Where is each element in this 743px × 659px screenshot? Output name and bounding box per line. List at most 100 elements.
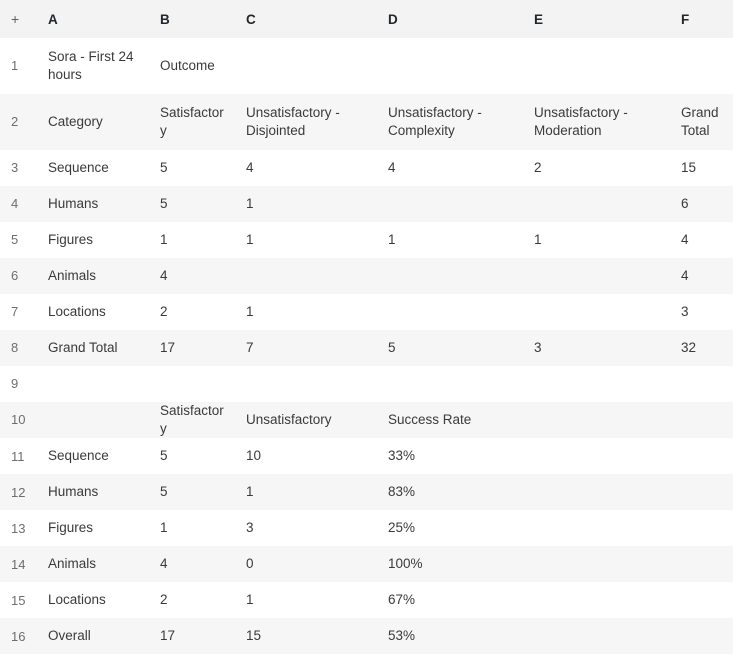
cell-B5[interactable]: 1	[150, 222, 236, 258]
sheet-row-12[interactable]: 12 Humans 5 1 83%	[0, 474, 733, 511]
sheet-row-1[interactable]: 1 Sora - First 24 hours Outcome	[0, 38, 733, 94]
cell-B11[interactable]: 5	[150, 438, 236, 474]
cell-F13[interactable]	[671, 510, 733, 546]
sheet-row-9[interactable]: 9	[0, 366, 733, 402]
row-header-11[interactable]: 11	[0, 438, 38, 474]
sheet-row-13[interactable]: 13 Figures 1 3 25%	[0, 510, 733, 547]
cell-A9[interactable]	[38, 366, 150, 402]
cell-B10[interactable]: Satisfactory	[150, 402, 236, 438]
cell-D15[interactable]: 67%	[378, 582, 524, 618]
column-header-b[interactable]: B	[150, 0, 236, 38]
cell-B3[interactable]: 5	[150, 150, 236, 186]
sheet-row-14[interactable]: 14 Animals 4 0 100%	[0, 546, 733, 583]
cell-A10[interactable]	[38, 402, 150, 438]
cell-F11[interactable]	[671, 438, 733, 474]
row-header-13[interactable]: 13	[0, 510, 38, 546]
cell-C2[interactable]: Unsatisfactory - Disjointed	[236, 94, 378, 150]
cell-A14[interactable]: Animals	[38, 546, 150, 582]
cell-A4[interactable]: Humans	[38, 186, 150, 222]
cell-D9[interactable]	[378, 366, 524, 402]
cell-D6[interactable]	[378, 258, 524, 294]
row-header-12[interactable]: 12	[0, 474, 38, 510]
cell-A3[interactable]: Sequence	[38, 150, 150, 186]
sheet-row-7[interactable]: 7 Locations 2 1 3	[0, 294, 733, 330]
cell-F3[interactable]: 15	[671, 150, 733, 186]
cell-D10[interactable]: Success Rate	[378, 402, 524, 438]
cell-B4[interactable]: 5	[150, 186, 236, 222]
cell-D5[interactable]: 1	[378, 222, 524, 258]
cell-A6[interactable]: Animals	[38, 258, 150, 294]
cell-B2[interactable]: Satisfactory	[150, 94, 236, 150]
cell-F15[interactable]	[671, 582, 733, 618]
cell-D14[interactable]: 100%	[378, 546, 524, 582]
cell-E11[interactable]	[524, 438, 671, 474]
cell-C5[interactable]: 1	[236, 222, 378, 258]
cell-E12[interactable]	[524, 474, 671, 510]
row-header-10[interactable]: 10	[0, 402, 38, 438]
cell-B9[interactable]	[150, 366, 236, 402]
row-header-3[interactable]: 3	[0, 150, 38, 186]
cell-F8[interactable]: 32	[671, 330, 733, 366]
cell-A8[interactable]: Grand Total	[38, 330, 150, 366]
cell-B12[interactable]: 5	[150, 474, 236, 510]
cell-E6[interactable]	[524, 258, 671, 294]
sheet-row-15[interactable]: 15 Locations 2 1 67%	[0, 582, 733, 619]
cell-A1[interactable]: Sora - First 24 hours	[38, 38, 150, 94]
sheet-row-8[interactable]: 8 Grand Total 17 7 5 3 32	[0, 330, 733, 366]
cell-B15[interactable]: 2	[150, 582, 236, 618]
cell-C11[interactable]: 10	[236, 438, 378, 474]
cell-F6[interactable]: 4	[671, 258, 733, 294]
row-header-2[interactable]: 2	[0, 94, 38, 150]
cell-F12[interactable]	[671, 474, 733, 510]
sheet-row-3[interactable]: 3 Sequence 5 4 4 2 15	[0, 150, 733, 186]
cell-E14[interactable]	[524, 546, 671, 582]
select-all-corner[interactable]: +	[0, 0, 38, 38]
cell-E2[interactable]: Unsatisfactory - Moderation	[524, 94, 671, 150]
cell-D13[interactable]: 25%	[378, 510, 524, 546]
sheet-row-10[interactable]: 10 Satisfactory Unsatisfactory Success Rate	[0, 402, 733, 439]
cell-D7[interactable]	[378, 294, 524, 330]
cell-D16[interactable]: 53%	[378, 618, 524, 654]
cell-E7[interactable]	[524, 294, 671, 330]
cell-D4[interactable]	[378, 186, 524, 222]
row-header-8[interactable]: 8	[0, 330, 38, 366]
cell-F4[interactable]: 6	[671, 186, 733, 222]
cell-B16[interactable]: 17	[150, 618, 236, 654]
cell-B13[interactable]: 1	[150, 510, 236, 546]
cell-D1[interactable]	[378, 38, 524, 94]
cell-B7[interactable]: 2	[150, 294, 236, 330]
cell-A2[interactable]: Category	[38, 94, 150, 150]
column-header-e[interactable]: E	[524, 0, 671, 38]
cell-D3[interactable]: 4	[378, 150, 524, 186]
column-header-a[interactable]: A	[38, 0, 150, 38]
sheet-row-4[interactable]: 4 Humans 5 1 6	[0, 186, 733, 222]
cell-E10[interactable]	[524, 402, 671, 438]
cell-C8[interactable]: 7	[236, 330, 378, 366]
cell-C4[interactable]: 1	[236, 186, 378, 222]
cell-E16[interactable]	[524, 618, 671, 654]
cell-C9[interactable]	[236, 366, 378, 402]
cell-C14[interactable]: 0	[236, 546, 378, 582]
cell-B6[interactable]: 4	[150, 258, 236, 294]
row-header-7[interactable]: 7	[0, 294, 38, 330]
cell-E1[interactable]	[524, 38, 671, 94]
cell-B14[interactable]: 4	[150, 546, 236, 582]
cell-C7[interactable]: 1	[236, 294, 378, 330]
column-header-d[interactable]: D	[378, 0, 524, 38]
cell-A12[interactable]: Humans	[38, 474, 150, 510]
cell-F1[interactable]	[671, 38, 733, 94]
cell-F7[interactable]: 3	[671, 294, 733, 330]
cell-E15[interactable]	[524, 582, 671, 618]
cell-D11[interactable]: 33%	[378, 438, 524, 474]
cell-A5[interactable]: Figures	[38, 222, 150, 258]
cell-C1[interactable]	[236, 38, 378, 94]
cell-C6[interactable]	[236, 258, 378, 294]
cell-A13[interactable]: Figures	[38, 510, 150, 546]
column-header-c[interactable]: C	[236, 0, 378, 38]
column-header-f[interactable]: F	[671, 0, 733, 38]
cell-B8[interactable]: 17	[150, 330, 236, 366]
row-header-16[interactable]: 16	[0, 618, 38, 654]
cell-F16[interactable]	[671, 618, 733, 654]
cell-A11[interactable]: Sequence	[38, 438, 150, 474]
cell-F5[interactable]: 4	[671, 222, 733, 258]
